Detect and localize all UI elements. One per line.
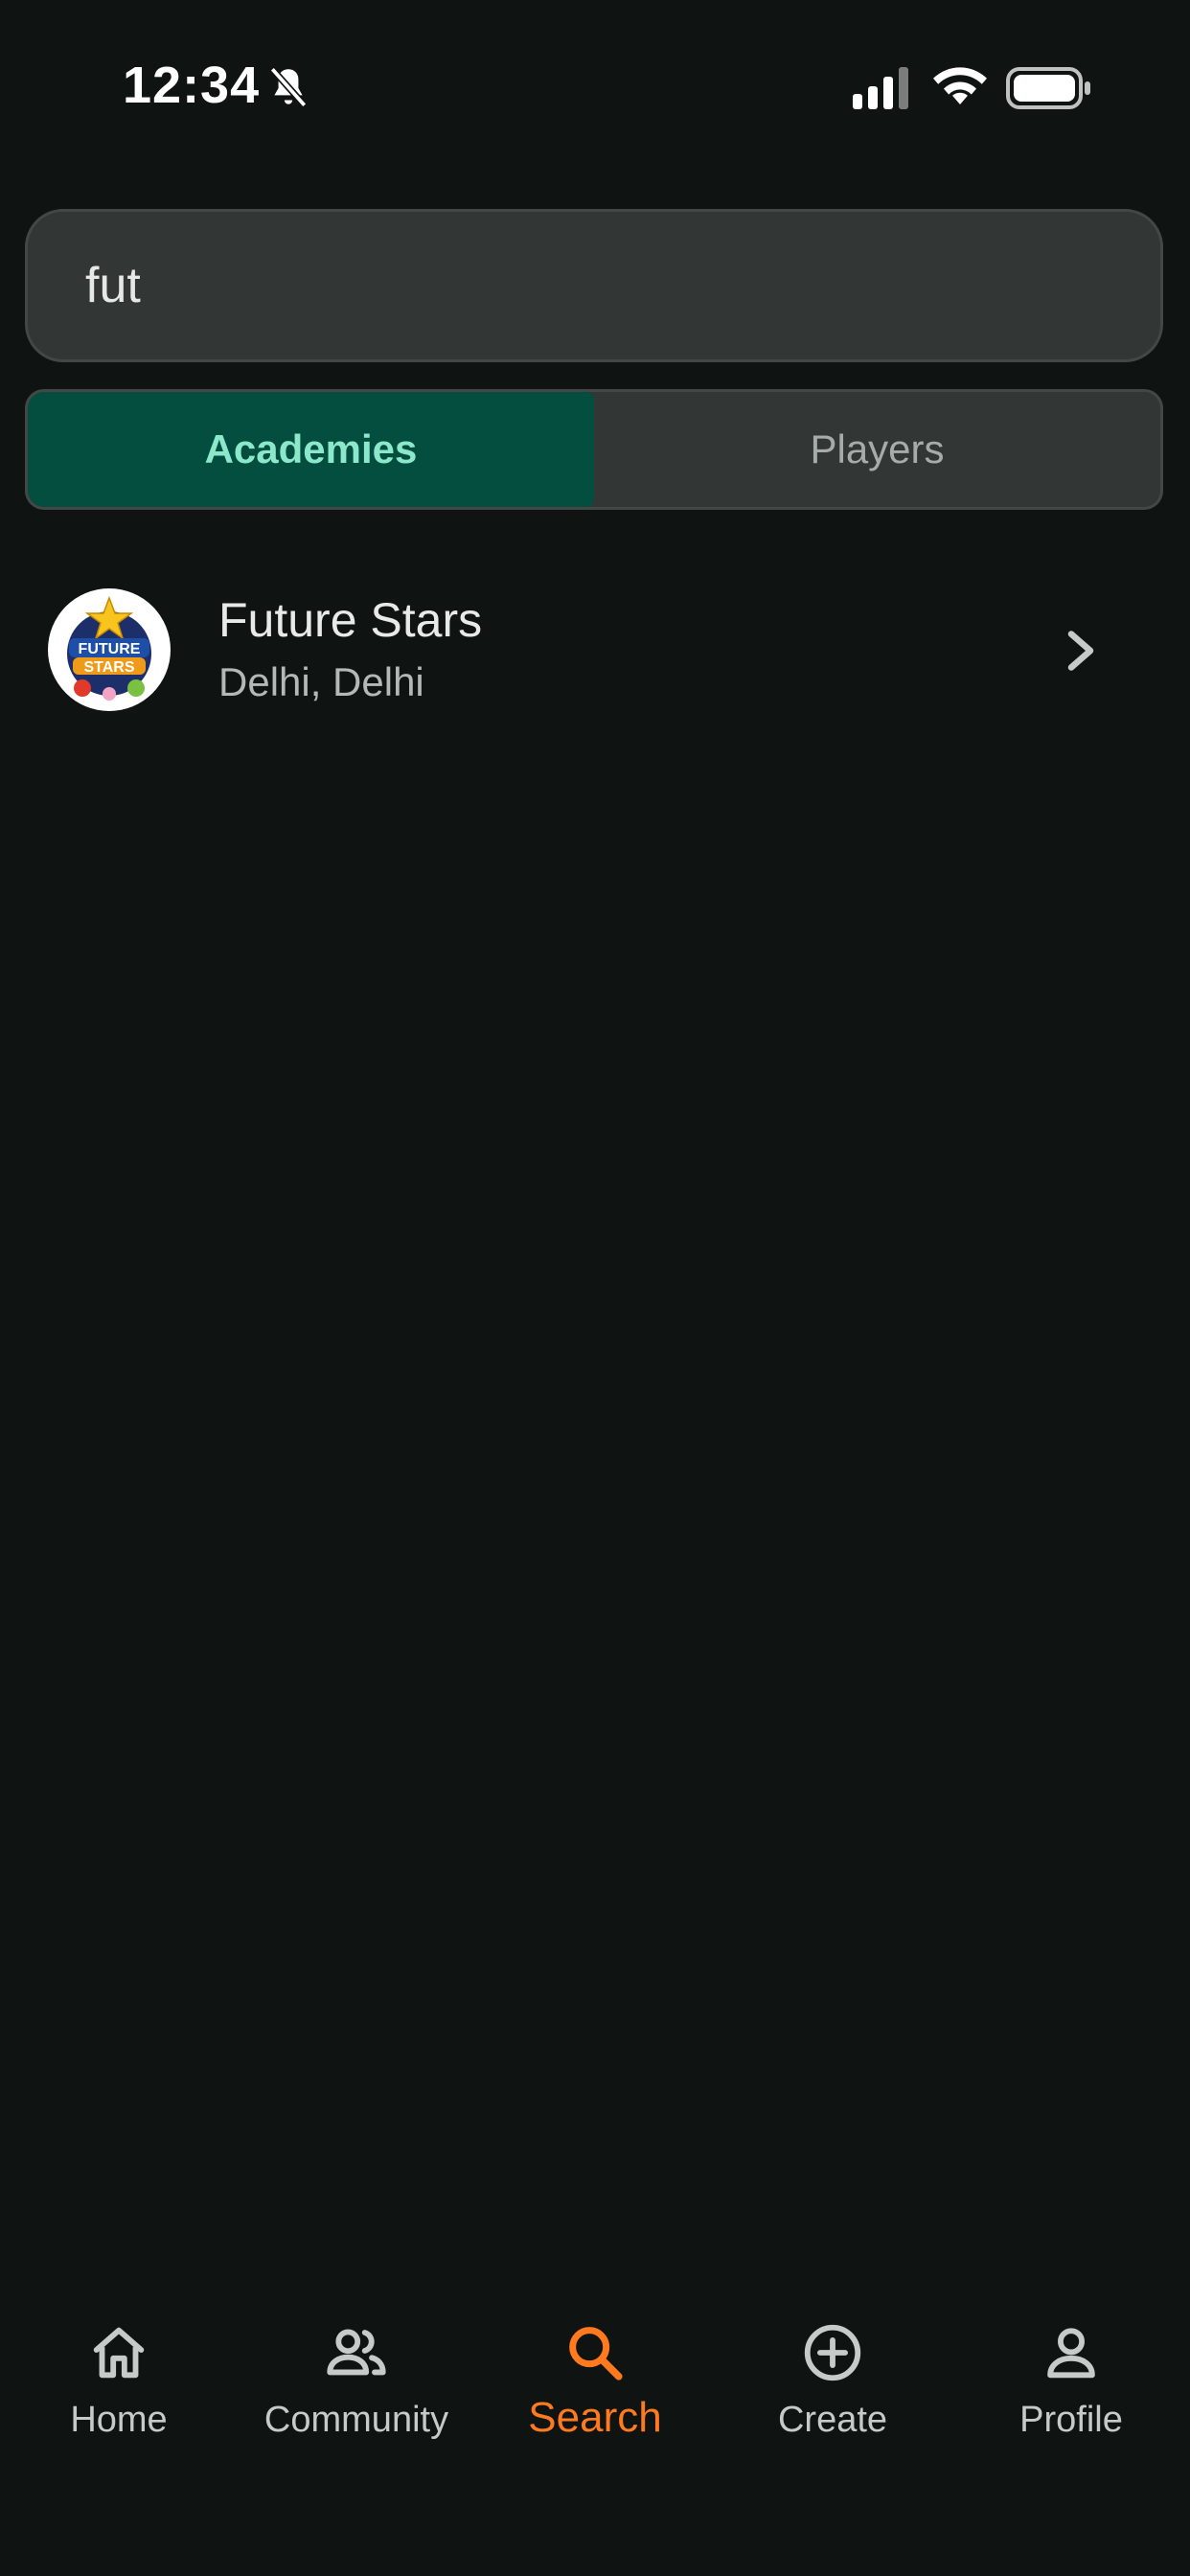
nav-profile-label: Profile <box>1019 2400 1123 2440</box>
result-subtitle: Delhi, Delhi <box>218 659 424 704</box>
result-title: Future Stars <box>218 593 483 647</box>
search-type-tabs: Academies Players <box>25 389 1163 510</box>
nav-search[interactable]: Search <box>476 2319 714 2492</box>
tab-academies[interactable]: Academies <box>28 392 594 507</box>
nav-create-label: Create <box>777 2400 888 2440</box>
logo-text-bottom: STARS <box>83 659 134 676</box>
search-box[interactable] <box>25 209 1163 362</box>
list-item-future-stars[interactable]: FUTURE STARS Future Stars Delhi, Delhi <box>0 575 1190 728</box>
nav-create[interactable]: Create <box>714 2319 951 2492</box>
logo-text-top: FUTURE <box>79 641 141 657</box>
search-input[interactable] <box>85 212 1101 359</box>
nav-community-label: Community <box>263 2400 449 2440</box>
status-time: 12:34 <box>123 57 261 114</box>
status-bar: 12:34 <box>0 0 1190 144</box>
bottom-nav: Home Community Search Create Profile <box>0 2300 1190 2576</box>
bell-off-icon <box>269 66 308 108</box>
nav-community[interactable]: Community <box>238 2319 475 2492</box>
tab-players-label: Players <box>810 426 945 472</box>
wifi-icon <box>933 67 987 104</box>
tab-academies-label: Academies <box>204 426 418 472</box>
chevron-right-icon <box>1067 631 1094 671</box>
nav-home-label: Home <box>70 2400 168 2440</box>
nav-search-label: Search <box>528 2394 662 2441</box>
academy-logo: FUTURE STARS <box>48 588 171 711</box>
plus-circle-icon <box>804 2324 861 2381</box>
cellular-signal-icon <box>853 67 908 109</box>
search-icon <box>569 2327 623 2380</box>
person-icon <box>1047 2328 1095 2379</box>
home-icon <box>93 2327 145 2379</box>
battery-icon <box>1006 67 1090 109</box>
tab-players[interactable]: Players <box>594 392 1160 507</box>
nav-home[interactable]: Home <box>0 2319 238 2492</box>
future-stars-logo: FUTURE STARS <box>50 590 169 709</box>
nav-profile[interactable]: Profile <box>952 2319 1190 2492</box>
community-icon <box>327 2329 386 2376</box>
